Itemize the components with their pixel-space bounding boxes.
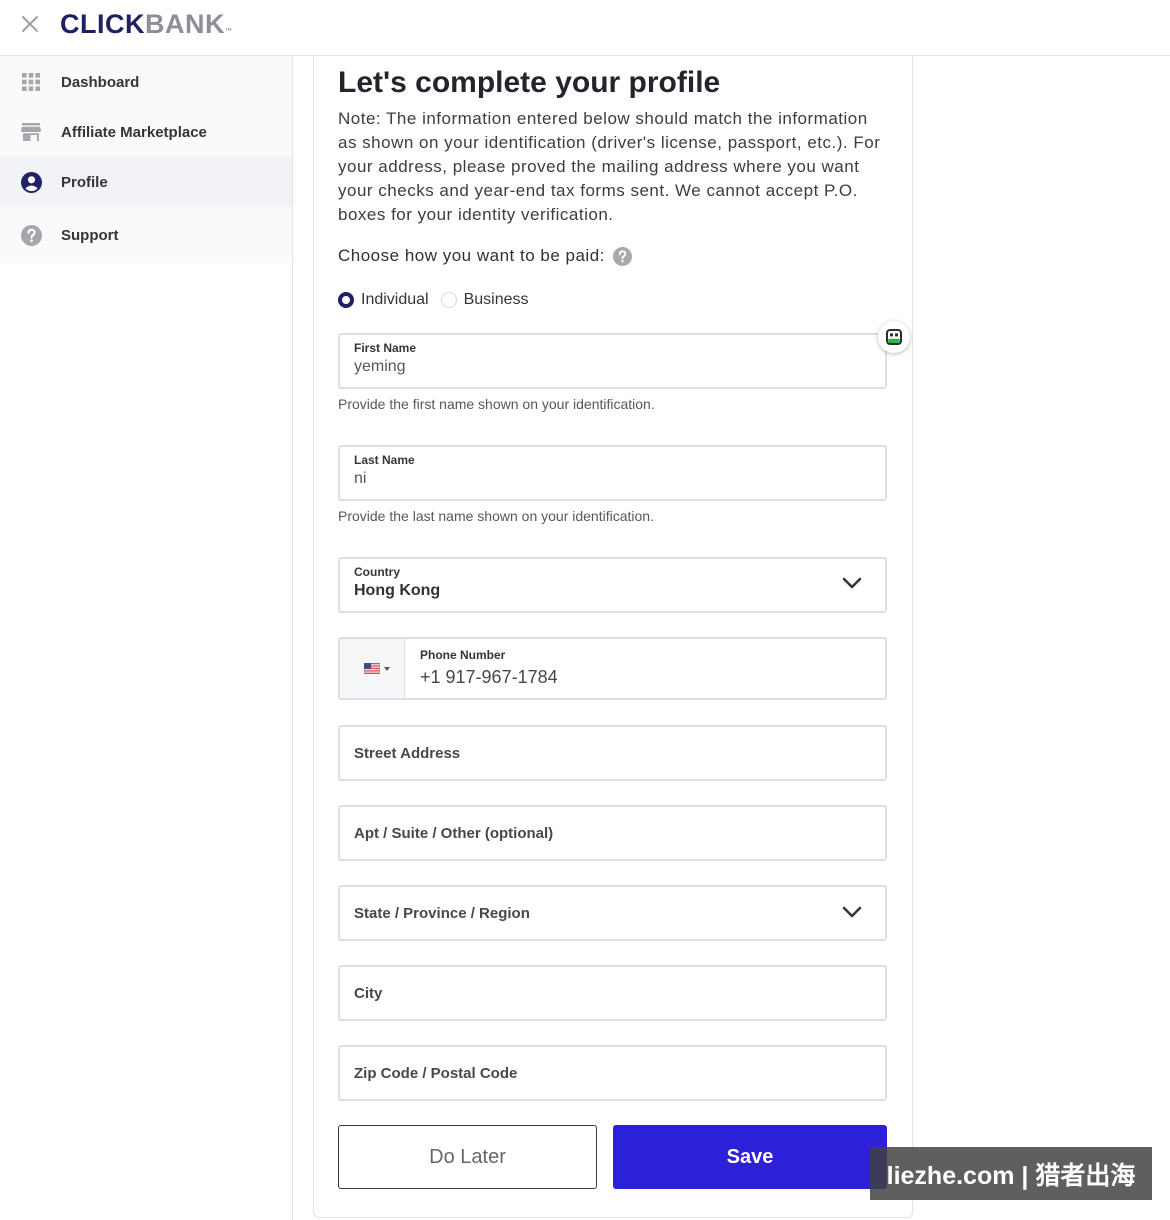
store-icon	[20, 121, 42, 143]
first-name-helper: Provide the first name shown on your ide…	[338, 396, 655, 412]
chevron-down-icon	[842, 906, 862, 918]
city-field[interactable]: City	[338, 965, 887, 1021]
caret-down-icon-svg	[384, 666, 390, 671]
grid-icon	[20, 71, 42, 93]
sidebar-item-support[interactable]: Support	[0, 208, 292, 263]
do-later-button[interactable]: Do Later	[338, 1125, 597, 1189]
country-value: Hong Kong	[354, 582, 441, 599]
phone-input[interactable]	[420, 665, 860, 689]
radio-individual-label: Individual	[361, 291, 429, 308]
payment-type-radio-group: Individual Business	[338, 290, 529, 310]
sidebar-item-label: Support	[61, 227, 119, 244]
top-header: CLICKBANK™	[0, 0, 1170, 56]
help-question-icon-svg	[612, 246, 632, 266]
street-address-field[interactable]: Street Address	[338, 725, 887, 781]
apt-suite-field[interactable]: Apt / Suite / Other (optional)	[338, 805, 887, 861]
robot-icon	[886, 329, 902, 345]
payment-prompt-text: Choose how you want to be paid:	[338, 246, 605, 265]
us-flag-icon	[364, 663, 380, 674]
page-title: Let's complete your profile	[338, 66, 721, 99]
state-select[interactable]: State / Province / Region	[338, 885, 887, 941]
user-circle-icon-svg	[20, 171, 42, 193]
watermark: liezhe.com | 猎者出海	[870, 1147, 1152, 1200]
clickbank-logo[interactable]: CLICKBANK™	[60, 8, 232, 40]
question-circle-icon	[20, 225, 42, 247]
chevron-down-icon	[842, 577, 862, 589]
user-circle-icon	[20, 171, 42, 193]
sidebar-nav: Dashboard Affiliate Marketplace Profile …	[0, 56, 292, 263]
country-select[interactable]: Country Hong Kong	[338, 557, 887, 613]
country-label: Country	[354, 565, 400, 579]
radio-business-button[interactable]	[440, 292, 457, 308]
first-name-label: First Name	[354, 341, 417, 355]
zip-input[interactable]	[340, 1047, 885, 1099]
last-name-field[interactable]: Last Name	[338, 445, 887, 501]
phone-label: Phone Number	[420, 648, 506, 662]
logo-text-bank: BANK	[145, 9, 225, 39]
store-icon-svg	[21, 123, 41, 141]
sidebar-item-label: Affiliate Marketplace	[61, 123, 207, 141]
sidebar-item-label: Dashboard	[61, 73, 140, 91]
extension-button[interactable]	[878, 321, 910, 353]
sidebar-item-affiliate-marketplace[interactable]: Affiliate Marketplace	[0, 107, 292, 157]
state-label: State / Province / Region	[354, 904, 530, 922]
close-button[interactable]	[17, 11, 43, 37]
radio-business-label: Business	[463, 291, 529, 308]
sidebar: Dashboard Affiliate Marketplace Profile …	[0, 56, 293, 1220]
identification-note: Note: The information entered below shou…	[338, 109, 881, 224]
sidebar-item-dashboard[interactable]: Dashboard	[0, 57, 292, 107]
grid-icon-svg	[22, 73, 40, 91]
last-name-input[interactable]	[354, 468, 854, 490]
apt-suite-input[interactable]	[340, 807, 885, 859]
question-circle-icon-svg	[20, 225, 42, 246]
last-name-label: Last Name	[354, 453, 415, 467]
profile-form: Let's complete your profile Note: The in…	[338, 0, 887, 1220]
radio-business[interactable]: Business	[440, 291, 529, 309]
caret-down-icon	[384, 666, 390, 671]
logo-text-click: CLICK	[60, 9, 145, 39]
payment-prompt: Choose how you want to be paid:	[338, 244, 632, 268]
zip-field[interactable]: Zip Code / Postal Code	[338, 1045, 887, 1101]
help-question-icon[interactable]	[612, 246, 632, 266]
sidebar-item-profile[interactable]: Profile	[0, 157, 292, 207]
logo-trademark: ™	[225, 28, 232, 35]
street-address-input[interactable]	[340, 727, 885, 779]
first-name-field[interactable]: First Name	[338, 333, 887, 389]
sidebar-item-label: Profile	[61, 173, 108, 191]
phone-country-picker[interactable]	[340, 639, 405, 698]
phone-field[interactable]: Phone Number	[338, 637, 887, 700]
radio-individual[interactable]: Individual	[338, 291, 429, 309]
first-name-input[interactable]	[354, 356, 854, 378]
city-input[interactable]	[340, 967, 885, 1019]
last-name-helper: Provide the last name shown on your iden…	[338, 508, 654, 524]
save-button[interactable]: Save	[613, 1125, 887, 1189]
radio-individual-button[interactable]	[338, 292, 354, 308]
close-icon	[22, 16, 38, 32]
